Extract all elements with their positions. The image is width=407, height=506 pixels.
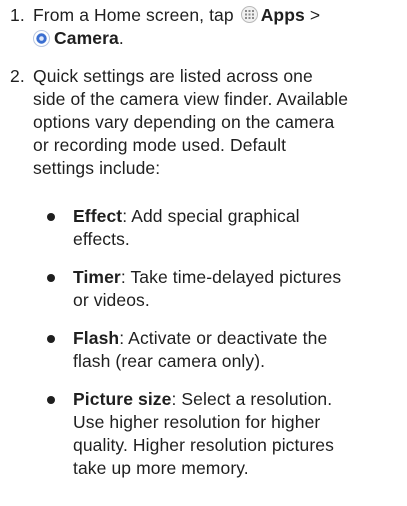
bullet-dot — [47, 396, 55, 404]
bullet-picture-size-text: : Select a resolution. — [171, 389, 333, 409]
step-1-line-2: Camera. — [33, 28, 124, 49]
bullet-effect-line-2: effects. — [73, 229, 130, 249]
step-2-line: Quick settings are listed across one — [33, 66, 313, 86]
bullet-flash-term: Flash — [73, 328, 120, 348]
step-1-text: From a Home screen, tap — [33, 5, 234, 25]
bullet-flash-text: : Activate or deactivate the — [119, 328, 328, 348]
step-1-line-1: From a Home screen, tap Apps > — [33, 5, 320, 26]
bullet-flash-line-2: flash (rear camera only). — [73, 351, 266, 371]
bullet-picture-size-term: Picture size — [73, 389, 172, 409]
bullet-effect-line-1: Effect: Add special graphical — [73, 206, 300, 227]
step-2-line: settings include: — [33, 158, 161, 178]
bullet-dot — [47, 213, 55, 221]
apps-grid-icon — [240, 6, 258, 23]
step-2-line: or recording mode used. Default — [33, 135, 287, 155]
bullet-flash-line-1: Flash: Activate or deactivate the — [73, 328, 327, 349]
bullet-dot — [47, 335, 55, 343]
camera-app-icon — [33, 30, 50, 47]
bullet-picture-size-line-4: take up more memory. — [73, 458, 249, 478]
bullet-dot — [47, 274, 55, 282]
step-2-line: side of the camera view finder. Availabl… — [33, 89, 349, 109]
bullet-timer-line-2: or videos. — [73, 290, 150, 310]
instruction-page: 1. From a Home screen, tap Apps > Camera… — [0, 0, 407, 506]
bullet-effect-term: Effect — [73, 206, 123, 226]
bullet-timer-line-1: Timer: Take time-delayed pictures — [73, 267, 341, 288]
bullet-effect-text: : Add special graphical — [122, 206, 300, 226]
bullet-picture-size-line-2: Use higher resolution for higher — [73, 412, 321, 432]
bullet-timer-term: Timer — [73, 267, 121, 287]
camera-label: Camera — [54, 28, 119, 48]
step-1-separator: > — [309, 5, 321, 25]
bullet-timer-text: : Take time-delayed pictures — [120, 267, 342, 287]
step-2-line: options vary depending on the camera — [33, 112, 335, 132]
bullet-picture-size-line-1: Picture size: Select a resolution. — [73, 389, 332, 410]
step-1-number: 1. — [10, 5, 25, 25]
bullet-picture-size-line-3: quality. Higher resolution pictures — [73, 435, 334, 455]
step-1-end: . — [118, 28, 124, 48]
step-2-number: 2. — [10, 66, 25, 86]
apps-label: Apps — [260, 5, 305, 25]
